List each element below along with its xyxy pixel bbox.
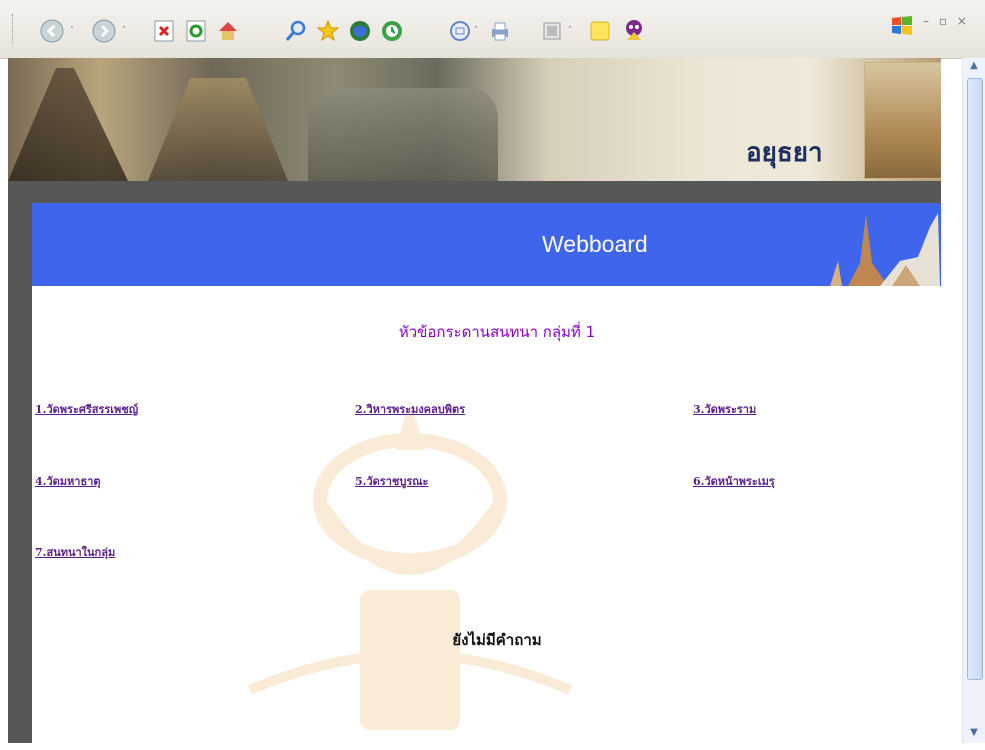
- forward-dropdown[interactable]: ·: [122, 20, 126, 34]
- edit-icon: [543, 22, 561, 40]
- refresh-icon: [186, 20, 206, 42]
- scroll-thumb[interactable]: [967, 78, 983, 680]
- windows-logo-icon: [892, 16, 912, 35]
- board-heading: หัวข้อกระดานสนทนา กลุ่มที่ 1: [398, 323, 596, 341]
- spires-icon: [830, 213, 940, 286]
- topic-link-7[interactable]: 7.สนทนาในกลุ่ม: [35, 543, 115, 561]
- home-button[interactable]: [214, 17, 242, 45]
- refresh-button[interactable]: [182, 17, 210, 45]
- university-seal-watermark: [247, 400, 573, 730]
- banner-photo: [864, 62, 941, 179]
- search-button[interactable]: [282, 17, 310, 45]
- banner-title: อยุธยา: [746, 138, 823, 168]
- frame-top-bar: [8, 181, 941, 203]
- mail-icon: [450, 21, 470, 41]
- edit-dropdown[interactable]: ·: [568, 20, 572, 34]
- frame-left-bar: [8, 181, 32, 743]
- temple-ruins: [148, 78, 288, 181]
- temple-silhouette: [8, 68, 128, 181]
- buddha-statue: [308, 88, 498, 181]
- media-icon: [350, 21, 370, 41]
- window-controls[interactable]: – ▫ ×: [923, 14, 970, 28]
- scroll-down-icon[interactable]: ▼: [967, 727, 981, 741]
- stop-button[interactable]: [150, 17, 178, 45]
- notes-icon: [590, 21, 610, 41]
- forward-icon: [92, 19, 116, 43]
- back-dropdown[interactable]: ·: [70, 20, 74, 34]
- topic-link-2[interactable]: 2.วิหารพระมงคลบพิตร: [355, 400, 465, 418]
- board-content: หัวข้อกระดานสนทนา กลุ่มที่ 1 1.วัดพระศรี…: [32, 286, 962, 743]
- site-banner: อยุธยา: [8, 58, 941, 181]
- home-icon: [219, 22, 237, 40]
- back-icon: [40, 19, 64, 43]
- messenger-button[interactable]: [620, 17, 648, 45]
- print-icon: [492, 22, 508, 41]
- stop-icon: [154, 20, 174, 42]
- webboard-header: Webboard: [32, 203, 941, 286]
- no-questions-message: ยังไม่มีคำถาม: [452, 631, 542, 649]
- search-icon: [285, 20, 306, 41]
- favorites-button[interactable]: [314, 17, 342, 45]
- topic-link-5[interactable]: 5.วัดราชบูรณะ: [355, 472, 428, 490]
- browser-toolbar: · · · · – ▫ ×: [0, 0, 985, 59]
- edit-button[interactable]: [538, 17, 566, 45]
- back-button[interactable]: [38, 17, 66, 45]
- history-icon: [382, 21, 402, 41]
- notes-button[interactable]: [586, 17, 614, 45]
- toolbar-grip[interactable]: [12, 14, 16, 44]
- mail-button[interactable]: [446, 17, 474, 45]
- messenger-icon: [626, 20, 642, 40]
- webboard-label: Webboard: [542, 231, 648, 257]
- print-button[interactable]: [486, 17, 514, 45]
- scroll-up-icon[interactable]: ▲: [967, 60, 981, 74]
- topic-link-6[interactable]: 6.วัดหน้าพระเมรุ: [693, 472, 775, 490]
- topic-link-4[interactable]: 4.วัดมหาธาตุ: [35, 472, 101, 490]
- topic-link-3[interactable]: 3.วัดพระราม: [693, 400, 756, 418]
- topic-link-1[interactable]: 1.วัดพระศรีสรรเพชญ์: [35, 400, 138, 418]
- history-button[interactable]: [378, 17, 406, 45]
- vertical-scrollbar[interactable]: ▲ ▼: [962, 58, 985, 743]
- forward-button[interactable]: [90, 17, 118, 45]
- favorites-icon: [316, 19, 340, 42]
- mail-dropdown[interactable]: ·: [474, 20, 478, 34]
- media-button[interactable]: [346, 17, 374, 45]
